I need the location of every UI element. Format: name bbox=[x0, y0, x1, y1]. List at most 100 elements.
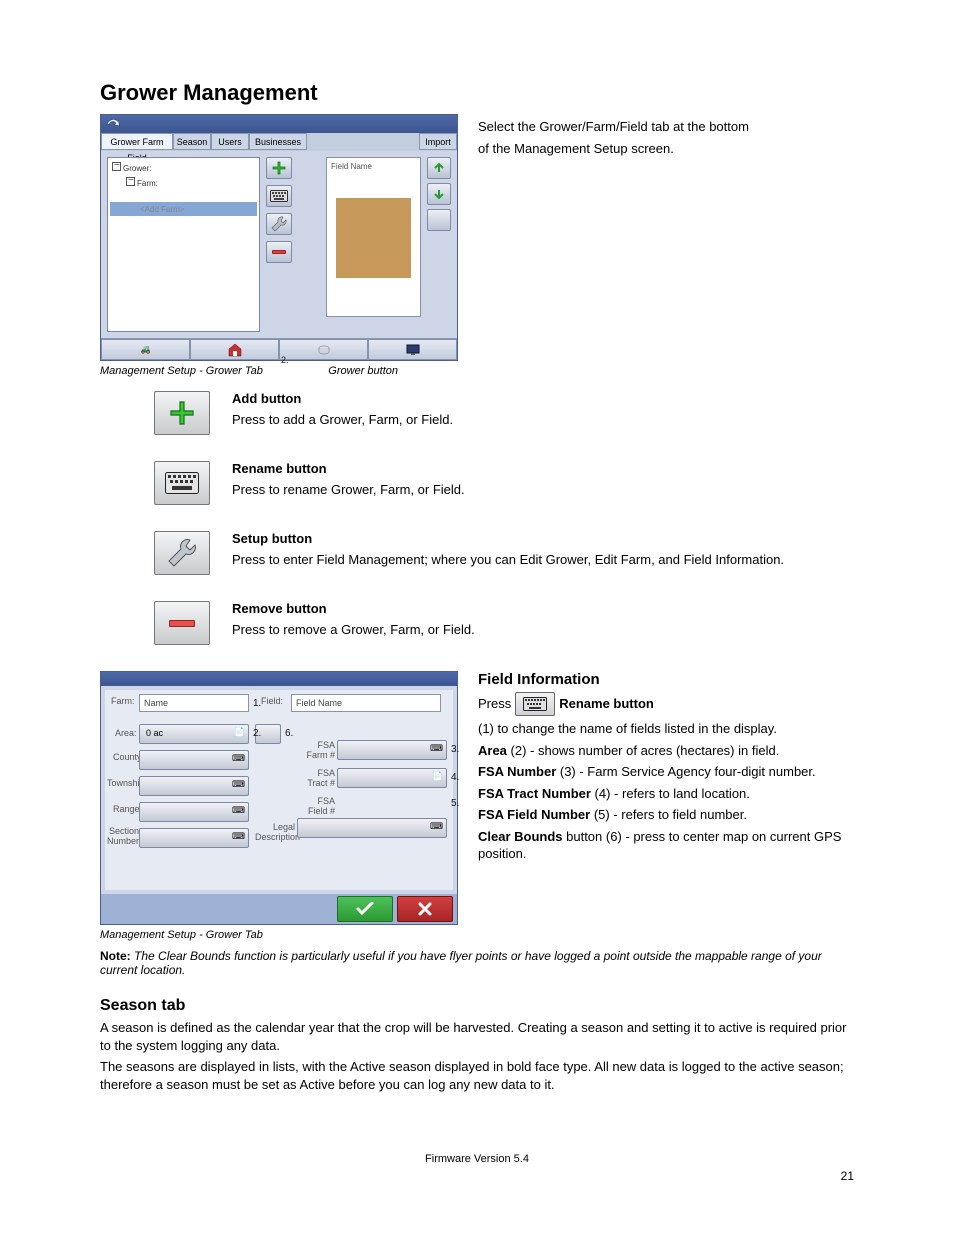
rename-button-large[interactable] bbox=[154, 461, 210, 505]
fsa-tract-input[interactable]: 📄 bbox=[337, 768, 447, 788]
tree-panel[interactable]: Grower: Farm: Field Name <Add Farm> bbox=[107, 157, 260, 332]
field-label: Field: bbox=[261, 696, 283, 706]
section-input[interactable]: ⌨ bbox=[139, 828, 249, 848]
county-label: County bbox=[113, 752, 142, 762]
tab-grower-farm-field[interactable]: Grower Farm Field bbox=[101, 133, 173, 150]
range-label: Range bbox=[113, 804, 140, 814]
fsa-farm-input[interactable]: ⌨ bbox=[337, 740, 447, 760]
fi-line1a: Press bbox=[478, 695, 511, 713]
plus-icon bbox=[167, 398, 197, 428]
product-icon bbox=[317, 344, 331, 356]
keyboard-icon bbox=[523, 697, 547, 711]
tab-season[interactable]: Season bbox=[173, 133, 211, 150]
tab-import[interactable]: Import bbox=[419, 133, 457, 150]
tree-add-farm[interactable]: <Add Farm> bbox=[126, 205, 255, 214]
page-section-title: Grower Management bbox=[100, 80, 854, 106]
m5: 5. bbox=[451, 798, 459, 809]
field-shape bbox=[336, 198, 411, 278]
fi-field-body: (5) - refers to field number. bbox=[590, 807, 747, 822]
nav-grower[interactable] bbox=[190, 339, 279, 360]
area-box[interactable]: 0 ac 📄 bbox=[139, 724, 249, 744]
m4: 4. bbox=[451, 772, 459, 783]
nav-product[interactable] bbox=[279, 339, 368, 360]
field-info-dialog: Farm: Name Field: Field Name Area: 0 ac … bbox=[100, 671, 458, 925]
note-block: Note: The Clear Bounds function is parti… bbox=[100, 949, 854, 977]
tree-field-selected[interactable]: Field Name bbox=[126, 192, 255, 201]
page-footer: Firmware Version 5.4 bbox=[100, 1153, 854, 1165]
add-body: Press to add a Grower, Farm, or Field. bbox=[232, 412, 854, 427]
caption-grower-button: Grower button bbox=[328, 365, 398, 377]
cancel-button[interactable] bbox=[397, 896, 453, 922]
fi-area-body: (2) - shows number of acres (hectares) i… bbox=[507, 743, 779, 758]
remove-button-small[interactable] bbox=[266, 241, 292, 263]
fi-fsa-body: (3) - Farm Service Agency four-digit num… bbox=[556, 764, 815, 779]
keyboard-icon bbox=[165, 472, 199, 494]
zoom-out-button[interactable] bbox=[427, 183, 451, 205]
tab-users[interactable]: Users bbox=[211, 133, 249, 150]
dialog-footer bbox=[101, 894, 457, 924]
expand-icon[interactable] bbox=[126, 177, 135, 186]
minus-icon bbox=[169, 620, 195, 627]
remove-title: Remove button bbox=[232, 601, 327, 616]
nav-display[interactable] bbox=[368, 339, 457, 360]
fi-field-title: FSA Field Number bbox=[478, 807, 590, 822]
remove-button-large[interactable] bbox=[154, 601, 210, 645]
display-icon bbox=[406, 344, 420, 356]
tree-grower: Grower: bbox=[123, 164, 151, 173]
tree-farm: Farm: bbox=[137, 179, 158, 188]
screen1-tabrow: Grower Farm Field Season Users Businesse… bbox=[101, 133, 457, 151]
fi-area-title: Area bbox=[478, 743, 507, 758]
area-label: Area: bbox=[115, 728, 137, 738]
intro-line-2: of the Management Setup screen. bbox=[478, 140, 854, 158]
area-value: 0 ac bbox=[146, 728, 163, 738]
rename-title: Rename button bbox=[232, 461, 327, 476]
township-input[interactable]: ⌨ bbox=[139, 776, 249, 796]
wrench-icon bbox=[270, 215, 288, 233]
field-preview: Field Name bbox=[326, 157, 421, 317]
fi-clear-title: Clear Bounds bbox=[478, 829, 563, 844]
rename-button-small[interactable] bbox=[266, 185, 292, 207]
zoom-in-button[interactable] bbox=[427, 157, 451, 179]
keyboard-icon bbox=[270, 190, 288, 202]
view-button[interactable] bbox=[427, 209, 451, 231]
page-number: 21 bbox=[100, 1169, 854, 1183]
m2: 2. bbox=[253, 728, 261, 739]
ok-button[interactable] bbox=[337, 896, 393, 922]
check-icon bbox=[356, 902, 374, 916]
management-setup-screen: Grower Farm Field Season Users Businesse… bbox=[100, 114, 458, 361]
m1: 1. bbox=[253, 698, 261, 709]
setup-button-small[interactable] bbox=[266, 213, 292, 235]
inline-rename-button[interactable] bbox=[515, 692, 555, 716]
add-button-large[interactable] bbox=[154, 391, 210, 435]
nav-configuration[interactable]: 🚜 bbox=[101, 339, 190, 360]
legal-desc-input[interactable]: ⌨ bbox=[297, 818, 447, 838]
season-line-2: The seasons are displayed in lists, with… bbox=[100, 1058, 854, 1093]
fi-fsa-title: FSA Number bbox=[478, 764, 556, 779]
intro-line-1: Select the Grower/Farm/Field tab at the … bbox=[478, 118, 854, 136]
farm-value: Name bbox=[139, 694, 249, 712]
wrench-icon bbox=[165, 536, 199, 570]
expand-icon[interactable] bbox=[112, 162, 121, 171]
caption-management-setup: Management Setup - Grower Tab bbox=[100, 365, 263, 377]
field-value: Field Name bbox=[291, 694, 441, 712]
farm-label: Farm: bbox=[111, 696, 135, 706]
setup-button-large[interactable] bbox=[154, 531, 210, 575]
back-arrow-icon[interactable] bbox=[105, 117, 123, 131]
range-input[interactable]: ⌨ bbox=[139, 802, 249, 822]
m3: 3. bbox=[451, 744, 459, 755]
bottom-nav: 🚜 bbox=[101, 338, 457, 360]
remove-body: Press to remove a Grower, Farm, or Field… bbox=[232, 622, 854, 637]
fi-tract-title: FSA Tract Number bbox=[478, 786, 591, 801]
close-icon bbox=[418, 902, 432, 916]
tab-businesses[interactable]: Businesses bbox=[249, 133, 307, 150]
add-button-small[interactable] bbox=[266, 157, 292, 179]
add-title: Add button bbox=[232, 391, 301, 406]
county-input[interactable]: ⌨ bbox=[139, 750, 249, 770]
season-line-1: A season is defined as the calendar year… bbox=[100, 1019, 854, 1054]
minus-icon bbox=[272, 250, 286, 254]
season-heading: Season tab bbox=[100, 997, 854, 1015]
caption-screen2: Management Setup - Grower Tab bbox=[100, 929, 458, 941]
dialog-titlebar bbox=[101, 672, 457, 686]
setup-body: Press to enter Field Management; where y… bbox=[232, 552, 854, 567]
rename-body: Press to rename Grower, Farm, or Field. bbox=[232, 482, 854, 497]
